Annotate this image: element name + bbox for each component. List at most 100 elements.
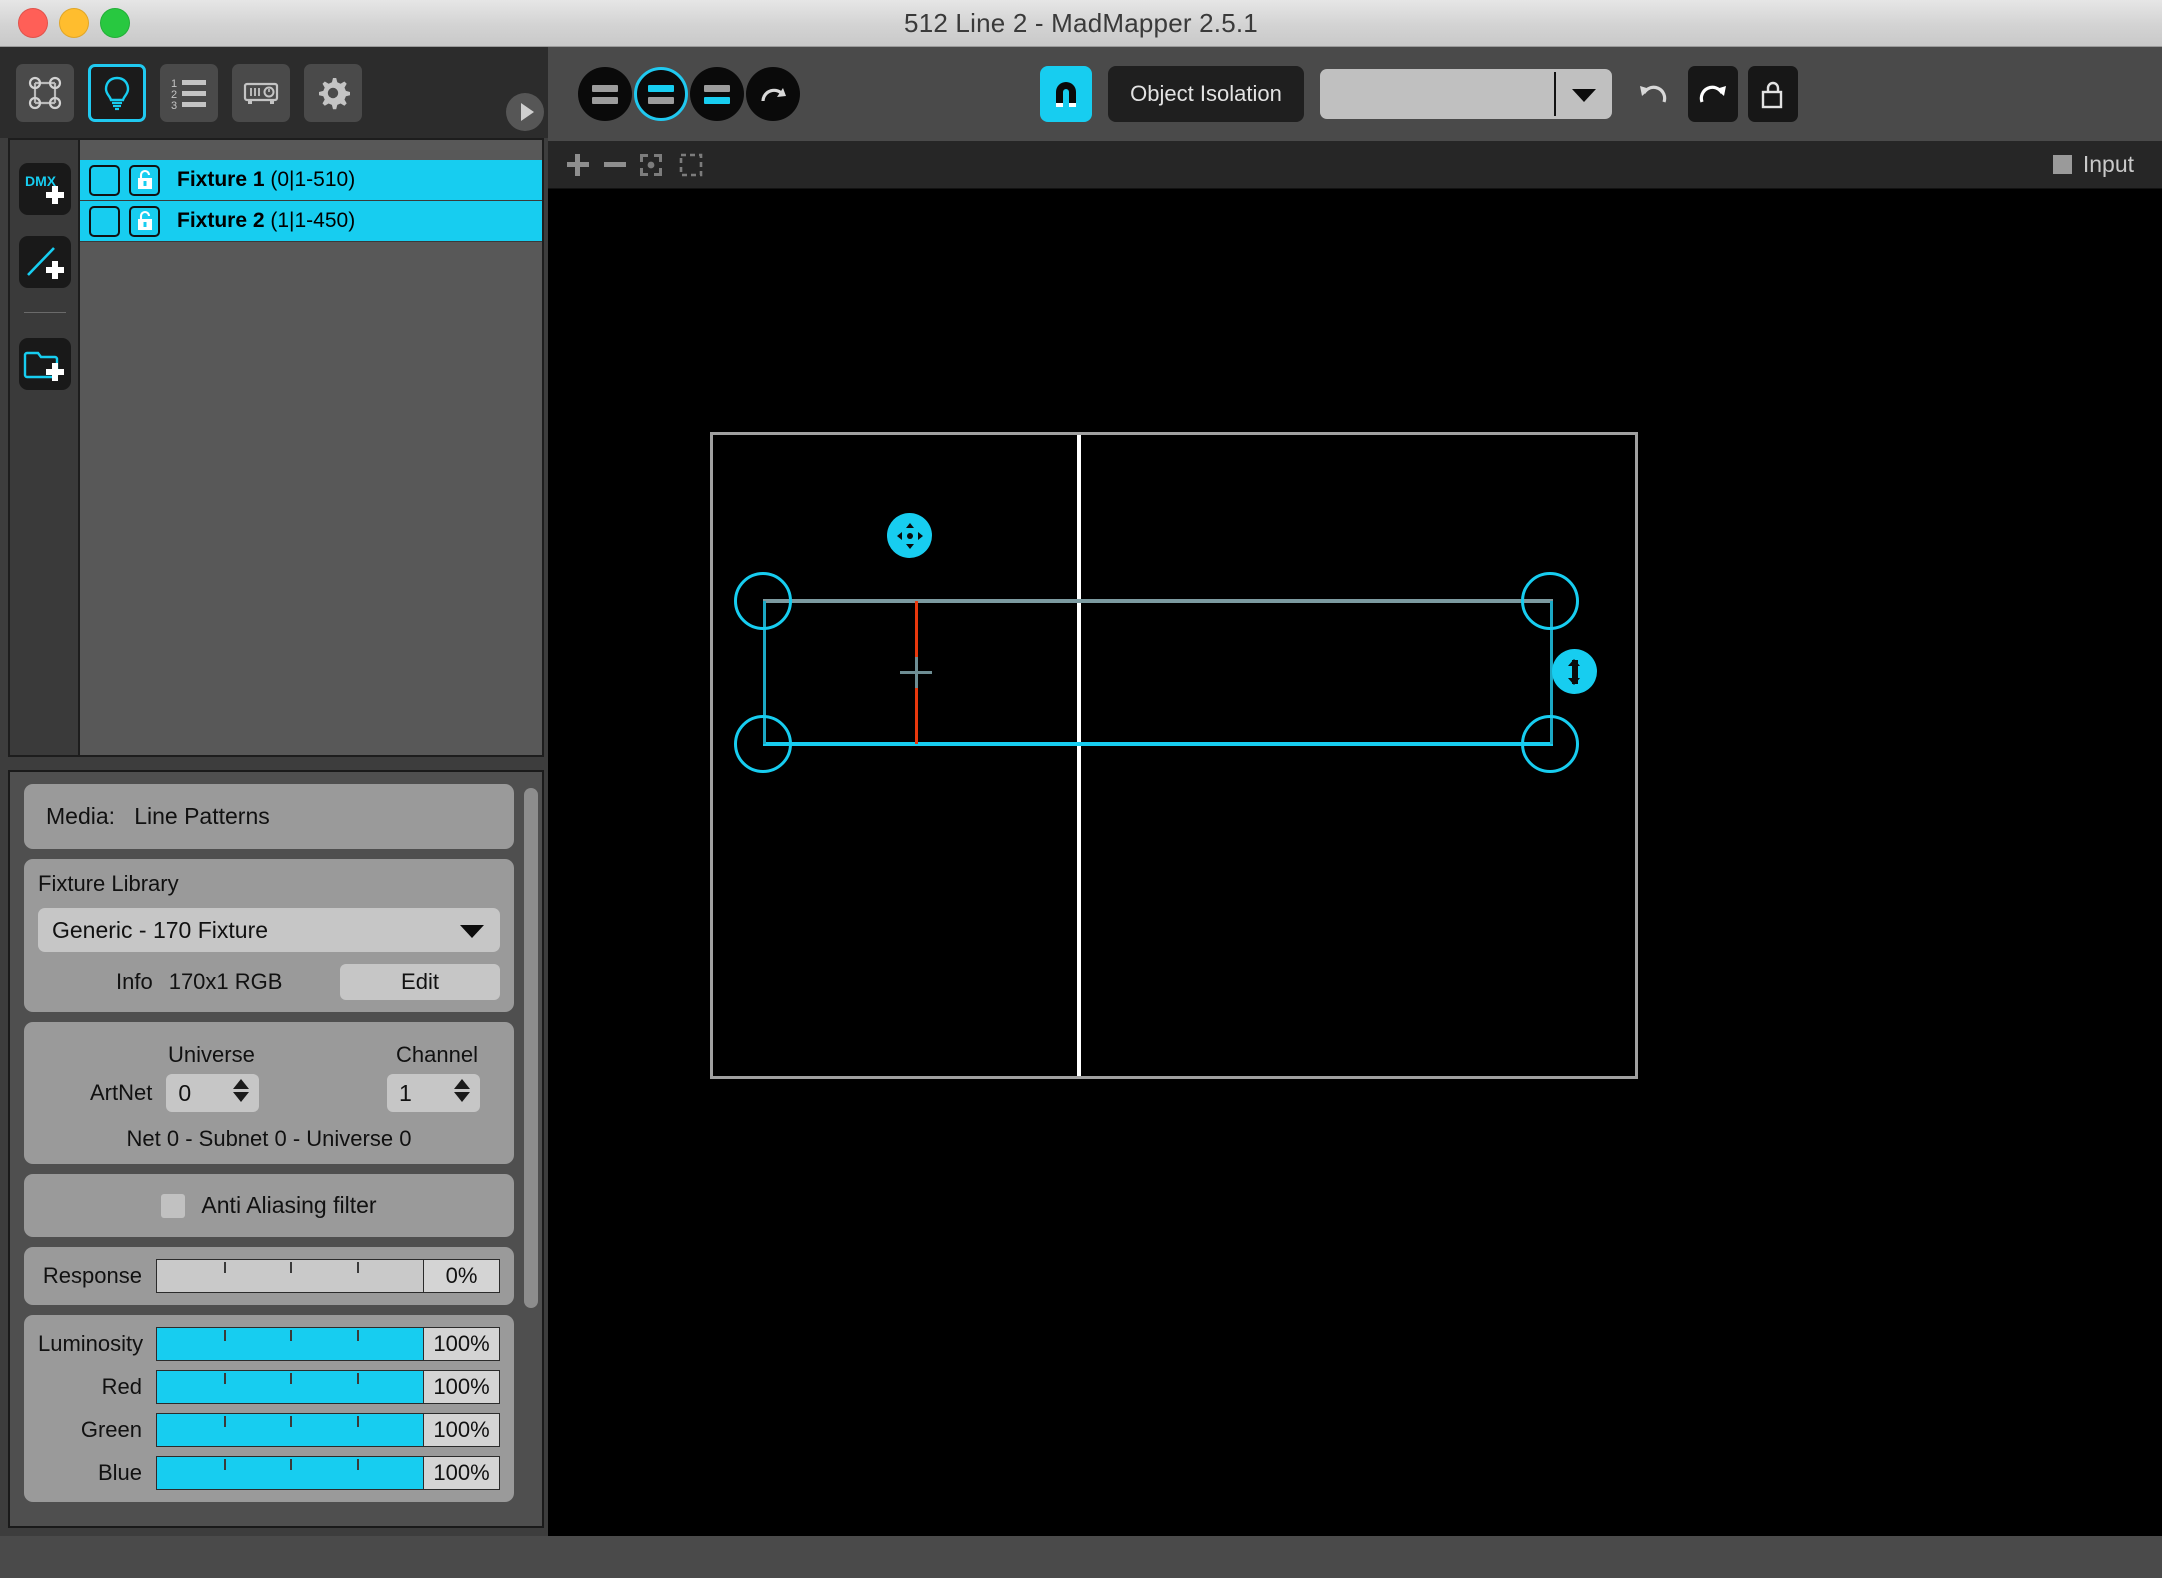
zoom-out-button[interactable] <box>600 150 630 180</box>
selection-marquee-icon <box>679 153 703 177</box>
layer-mode-both-button[interactable] <box>578 67 632 121</box>
app-window: 512 Line 2 - MadMapper 2.5.1 1 2 3 DMX F… <box>0 0 2162 1578</box>
mode-button-surfaces[interactable] <box>16 64 74 122</box>
fixture-row[interactable]: Fixture 1 (0|1-510) <box>80 160 542 201</box>
color-slider-row: Blue 100% <box>38 1456 500 1490</box>
unlock-icon <box>137 169 152 189</box>
selection-marquee-button[interactable] <box>676 150 706 180</box>
lock-button[interactable] <box>1748 66 1798 122</box>
fixture-2-line[interactable] <box>763 742 1553 746</box>
dmx-addressing-group: Universe Channel ArtNet 0 1 Net 0 - Subn… <box>24 1022 514 1164</box>
handle-bottom-left[interactable] <box>734 715 792 773</box>
snap-magnet-button[interactable] <box>1040 66 1092 122</box>
fixture-enable-checkbox[interactable] <box>89 205 120 237</box>
color-slider-value[interactable]: 100% <box>423 1456 500 1490</box>
anti-aliasing-row[interactable]: Anti Aliasing filter <box>38 1186 500 1225</box>
fixture-1-line[interactable] <box>763 599 1553 603</box>
undo-button[interactable] <box>1628 66 1678 122</box>
media-row[interactable]: Media: Line Patterns <box>38 796 500 837</box>
fixture-list[interactable]: Fixture 1 (0|1-510) Fixture 2 (1|1-450) <box>80 140 542 755</box>
handle-top-right[interactable] <box>1521 572 1579 630</box>
redo-button[interactable] <box>1688 66 1738 122</box>
slider-tick <box>223 1330 226 1341</box>
redo-arrow-icon <box>1699 85 1726 103</box>
add-dmx-fixture-button[interactable]: DMX <box>19 163 71 215</box>
mode-button-fixtures[interactable] <box>88 64 146 122</box>
fixture-label: Fixture 1 (0|1-510) <box>177 168 355 192</box>
protocol-label: ArtNet <box>90 1080 153 1105</box>
magnet-icon <box>1056 82 1076 107</box>
mode-button-preferences[interactable] <box>304 64 362 122</box>
handle-bottom-right[interactable] <box>1521 715 1579 773</box>
fit-to-screen-button[interactable] <box>636 150 666 180</box>
fixture-library-title: Fixture Library <box>38 871 179 896</box>
fixture-name: Fixture 1 <box>177 168 265 191</box>
properties-scrollbar[interactable] <box>524 788 538 1308</box>
fixture-lock-toggle[interactable] <box>129 164 160 196</box>
rotate-arrow-icon <box>761 88 786 102</box>
response-slider[interactable] <box>156 1259 423 1293</box>
panel-disclosure-button[interactable] <box>506 93 544 131</box>
input-swatch-icon <box>2052 155 2072 174</box>
slider-tick <box>290 1373 292 1384</box>
object-isolation-button[interactable]: Object Isolation <box>1108 66 1304 122</box>
resize-handle[interactable] <box>1552 649 1597 694</box>
mode-button-cue-list[interactable]: 1 2 3 <box>160 64 218 122</box>
response-value[interactable]: 0% <box>423 1259 500 1293</box>
stepper-arrows-icon[interactable] <box>454 1079 470 1102</box>
layer-mode-bottom-button[interactable] <box>690 67 744 121</box>
fixture-row[interactable]: Fixture 2 (1|1-450) <box>80 201 542 242</box>
mode-button-outputs[interactable] <box>232 64 290 122</box>
slider-tick <box>356 1373 359 1384</box>
move-handle[interactable] <box>887 513 932 558</box>
color-slider-value[interactable]: 100% <box>423 1413 500 1447</box>
fixture-label: Fixture 2 (1|1-450) <box>177 209 355 233</box>
media-group: Media: Line Patterns <box>24 784 514 849</box>
color-slider-track[interactable] <box>156 1370 423 1404</box>
zoom-in-button[interactable] <box>563 150 593 180</box>
add-group-button[interactable] <box>19 338 71 390</box>
canvas-toolbar: Object Isolation <box>548 47 2162 141</box>
anti-aliasing-label: Anti Aliasing filter <box>201 1192 377 1218</box>
color-slider-label: Red <box>101 1374 142 1399</box>
color-slider-label: Green <box>80 1417 142 1442</box>
edit-fixture-button[interactable]: Edit <box>340 964 500 1000</box>
color-slider-track[interactable] <box>156 1327 423 1361</box>
color-slider-track[interactable] <box>156 1456 423 1490</box>
fixture-enable-checkbox[interactable] <box>89 164 120 196</box>
slider-tick <box>290 1330 292 1341</box>
side-tools-divider <box>24 312 66 313</box>
isolation-select[interactable] <box>1320 69 1612 119</box>
rotate-mode-button[interactable] <box>746 67 800 121</box>
universe-stepper[interactable]: 0 <box>166 1074 260 1112</box>
fixture-name: Fixture 2 <box>177 209 265 232</box>
fixture-list-panel: DMX Fixture 1 (0|1-510) Fixture 2 (1|1-4… <box>8 138 544 757</box>
window-title: 512 Line 2 - MadMapper 2.5.1 <box>904 8 1258 38</box>
input-label: Input <box>2082 151 2134 177</box>
fit-to-screen-icon <box>640 154 662 176</box>
mode-toolbar: 1 2 3 <box>0 47 548 138</box>
color-slider-value[interactable]: 100% <box>423 1327 500 1361</box>
color-slider-row: Luminosity 100% <box>38 1327 500 1361</box>
color-slider-track[interactable] <box>156 1413 423 1447</box>
media-label: Media: <box>46 803 116 829</box>
mapping-canvas[interactable] <box>548 189 2162 1536</box>
fixture-side-tools: DMX <box>10 140 80 755</box>
channel-header: Channel <box>396 1042 478 1067</box>
title-bar: 512 Line 2 - MadMapper 2.5.1 <box>0 0 2162 47</box>
handle-top-left[interactable] <box>734 572 792 630</box>
lightbulb-icon <box>104 76 130 111</box>
fixture-library-value: Generic - 170 Fixture <box>52 916 269 943</box>
fixture-lock-toggle[interactable] <box>129 205 160 237</box>
net-subnet-universe-text: Net 0 - Subnet 0 - Universe 0 <box>126 1126 412 1151</box>
fixture-library-select[interactable]: Generic - 170 Fixture <box>38 908 500 952</box>
layer-mode-top-button[interactable] <box>634 67 688 121</box>
channel-stepper[interactable]: 1 <box>387 1074 480 1112</box>
color-slider-value[interactable]: 100% <box>423 1370 500 1404</box>
info-value: 170x1 RGB <box>168 969 283 994</box>
info-label: Info <box>116 969 153 994</box>
color-slider-row: Green 100% <box>38 1413 500 1447</box>
anti-aliasing-checkbox[interactable] <box>161 1193 186 1218</box>
add-line-fixture-button[interactable] <box>19 236 71 288</box>
stepper-arrows-icon[interactable] <box>233 1079 250 1102</box>
